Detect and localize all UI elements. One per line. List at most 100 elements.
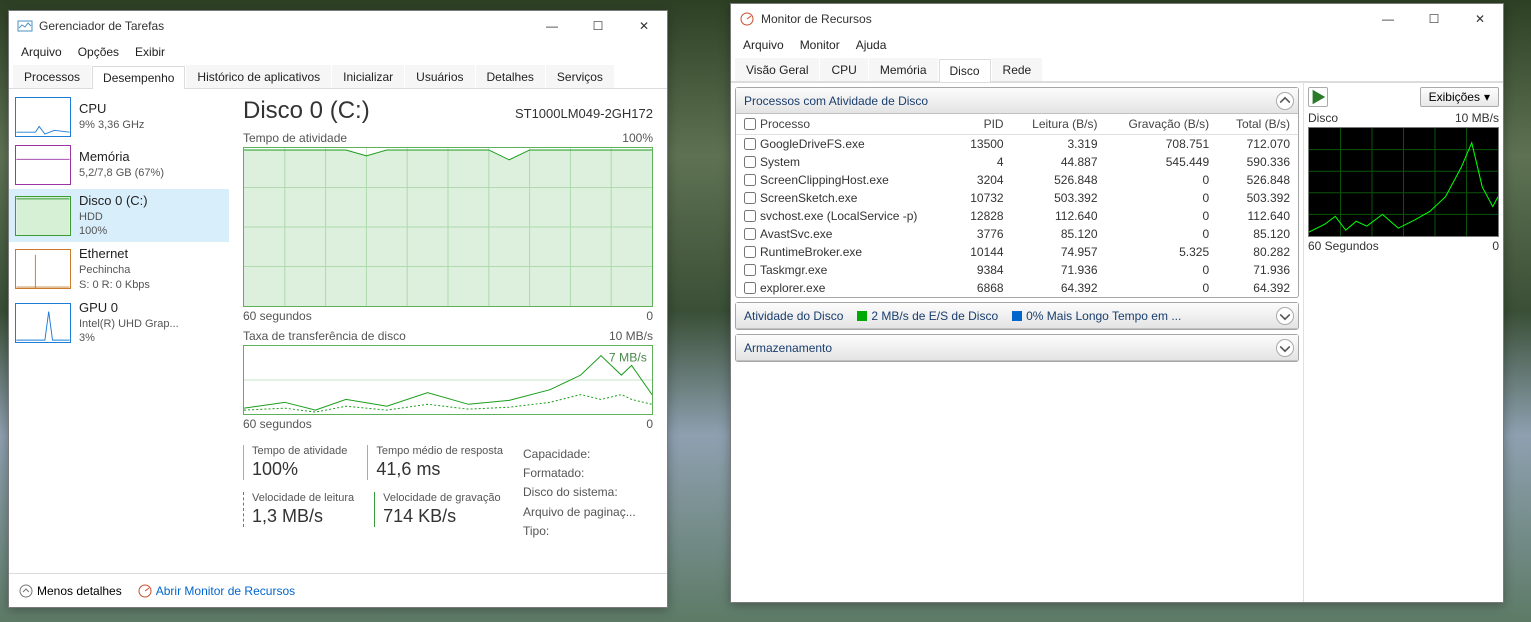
tab-processos[interactable]: Processos [13, 65, 91, 88]
row-checkbox[interactable] [744, 282, 756, 294]
process-read: 526.848 [1012, 171, 1106, 189]
col-processo[interactable]: Processo [736, 114, 955, 135]
process-write: 5.325 [1106, 243, 1218, 261]
table-row[interactable]: Taskmgr.exe938471.936071.936 [736, 261, 1298, 279]
process-total: 590.336 [1217, 153, 1298, 171]
rm-minimize-button[interactable]: — [1365, 4, 1411, 34]
process-pid: 3776 [955, 225, 1012, 243]
views-button[interactable]: Exibições▾ [1420, 87, 1499, 107]
rm-menu-monitor[interactable]: Monitor [792, 36, 848, 54]
col-gravacao[interactable]: Gravação (B/s) [1106, 114, 1218, 135]
chart2-xleft: 60 segundos [243, 417, 312, 431]
tm-titlebar[interactable]: Gerenciador de Tarefas — ☐ ✕ [9, 11, 667, 41]
gpu-thumb [15, 303, 71, 343]
tab-servicos[interactable]: Serviços [546, 65, 614, 88]
rm-tab-disco[interactable]: Disco [939, 59, 991, 82]
rm-maximize-button[interactable]: ☐ [1411, 4, 1457, 34]
tab-usuarios[interactable]: Usuários [405, 65, 474, 88]
disk-heading: Disco 0 (C:) [243, 97, 370, 125]
process-pid: 10144 [955, 243, 1012, 261]
rm-tab-visao[interactable]: Visão Geral [735, 58, 819, 81]
expand-icon[interactable] [1276, 307, 1294, 325]
process-total: 71.936 [1217, 261, 1298, 279]
row-checkbox[interactable] [744, 246, 756, 258]
fewer-details-link[interactable]: Menos detalhes [19, 584, 122, 598]
menu-opcoes[interactable]: Opções [70, 43, 127, 61]
open-resource-monitor-link[interactable]: Abrir Monitor de Recursos [138, 584, 295, 598]
row-checkbox[interactable] [744, 138, 756, 150]
task-manager-window: Gerenciador de Tarefas — ☐ ✕ Arquivo Opç… [8, 10, 668, 608]
table-row[interactable]: AvastSvc.exe377685.120085.120 [736, 225, 1298, 243]
rm-tab-cpu[interactable]: CPU [820, 58, 867, 81]
process-write: 0 [1106, 171, 1218, 189]
storage-header[interactable]: Armazenamento [736, 335, 1298, 361]
play-button[interactable] [1308, 87, 1328, 107]
tm-sidebar: CPU9% 3,36 GHz Memória5,2/7,8 GB (67%) D… [9, 89, 229, 573]
sidebar-item-gpu[interactable]: GPU 0Intel(R) UHD Grap...3% [9, 296, 229, 349]
chart1-label: Tempo de atividade [243, 131, 347, 145]
gpu-sub2: 3% [79, 331, 179, 345]
tab-detalhes[interactable]: Detalhes [476, 65, 545, 88]
tab-historico[interactable]: Histórico de aplicativos [186, 65, 331, 88]
mem-title: Memória [79, 149, 164, 166]
maximize-button[interactable]: ☐ [575, 11, 621, 41]
rm-close-button[interactable]: ✕ [1457, 4, 1503, 34]
sidebar-item-disco[interactable]: Disco 0 (C:)HDD100% [9, 189, 229, 242]
col-pid[interactable]: PID [955, 114, 1012, 135]
collapse-icon[interactable] [1276, 92, 1294, 110]
menu-exibir[interactable]: Exibir [127, 43, 173, 61]
expand-icon-2[interactable] [1276, 339, 1294, 357]
table-row[interactable]: RuntimeBroker.exe1014474.9575.32580.282 [736, 243, 1298, 261]
process-total: 85.120 [1217, 225, 1298, 243]
col-total[interactable]: Total (B/s) [1217, 114, 1298, 135]
process-total: 503.392 [1217, 189, 1298, 207]
rm-menubar: Arquivo Monitor Ajuda [731, 34, 1503, 56]
table-row[interactable]: ScreenSketch.exe10732503.3920503.392 [736, 189, 1298, 207]
storage-panel: Armazenamento [735, 334, 1299, 362]
rm-menu-arquivo[interactable]: Arquivo [735, 36, 792, 54]
cpu-thumb [15, 97, 71, 137]
process-read: 503.392 [1012, 189, 1106, 207]
table-row[interactable]: svchost.exe (LocalService -p)12828112.64… [736, 207, 1298, 225]
disk-activity-header[interactable]: Atividade do Disco 2 MB/s de E/S de Disc… [736, 303, 1298, 329]
process-write: 0 [1106, 261, 1218, 279]
process-total: 526.848 [1217, 171, 1298, 189]
table-row[interactable]: GoogleDriveFS.exe135003.319708.751712.07… [736, 135, 1298, 154]
process-total: 112.640 [1217, 207, 1298, 225]
row-checkbox[interactable] [744, 156, 756, 168]
processes-panel-header[interactable]: Processos com Atividade de Disco [736, 88, 1298, 114]
menu-arquivo[interactable]: Arquivo [13, 43, 70, 61]
sidebar-item-ethernet[interactable]: EthernetPechinchaS: 0 R: 0 Kbps [9, 242, 229, 295]
row-checkbox[interactable] [744, 210, 756, 222]
rm-menu-ajuda[interactable]: Ajuda [848, 36, 895, 54]
sidebar-item-memoria[interactable]: Memória5,2/7,8 GB (67%) [9, 141, 229, 189]
tab-desempenho[interactable]: Desempenho [92, 66, 185, 89]
rm-titlebar[interactable]: Monitor de Recursos — ☐ ✕ [731, 4, 1503, 34]
row-checkbox[interactable] [744, 264, 756, 276]
tab-inicializar[interactable]: Inicializar [332, 65, 404, 88]
table-row[interactable]: explorer.exe686864.392064.392 [736, 279, 1298, 297]
process-total: 64.392 [1217, 279, 1298, 297]
cpu-title: CPU [79, 101, 144, 118]
disk-activity-panel: Atividade do Disco 2 MB/s de E/S de Disc… [735, 302, 1299, 330]
minimize-button[interactable]: — [529, 11, 575, 41]
process-read: 3.319 [1012, 135, 1106, 154]
stat-active-k: Tempo de atividade [252, 445, 347, 457]
select-all-checkbox[interactable] [744, 118, 756, 130]
rm-tab-memoria[interactable]: Memória [869, 58, 938, 81]
dropdown-icon: ▾ [1484, 90, 1490, 104]
row-checkbox[interactable] [744, 174, 756, 186]
mem-sub: 5,2/7,8 GB (67%) [79, 166, 164, 180]
resource-monitor-window: Monitor de Recursos — ☐ ✕ Arquivo Monito… [730, 3, 1504, 603]
col-leitura[interactable]: Leitura (B/s) [1012, 114, 1106, 135]
rm-tab-rede[interactable]: Rede [992, 58, 1043, 81]
close-button[interactable]: ✕ [621, 11, 667, 41]
sidebar-item-cpu[interactable]: CPU9% 3,36 GHz [9, 93, 229, 141]
row-checkbox[interactable] [744, 228, 756, 240]
row-checkbox[interactable] [744, 192, 756, 204]
process-pid: 12828 [955, 207, 1012, 225]
table-row[interactable]: System444.887545.449590.336 [736, 153, 1298, 171]
rm-right-pane: Exibições▾ Disco 10 MB/s 60 Segundos 0 [1303, 83, 1503, 602]
table-row[interactable]: ScreenClippingHost.exe3204526.8480526.84… [736, 171, 1298, 189]
cpu-sub: 9% 3,36 GHz [79, 118, 144, 132]
